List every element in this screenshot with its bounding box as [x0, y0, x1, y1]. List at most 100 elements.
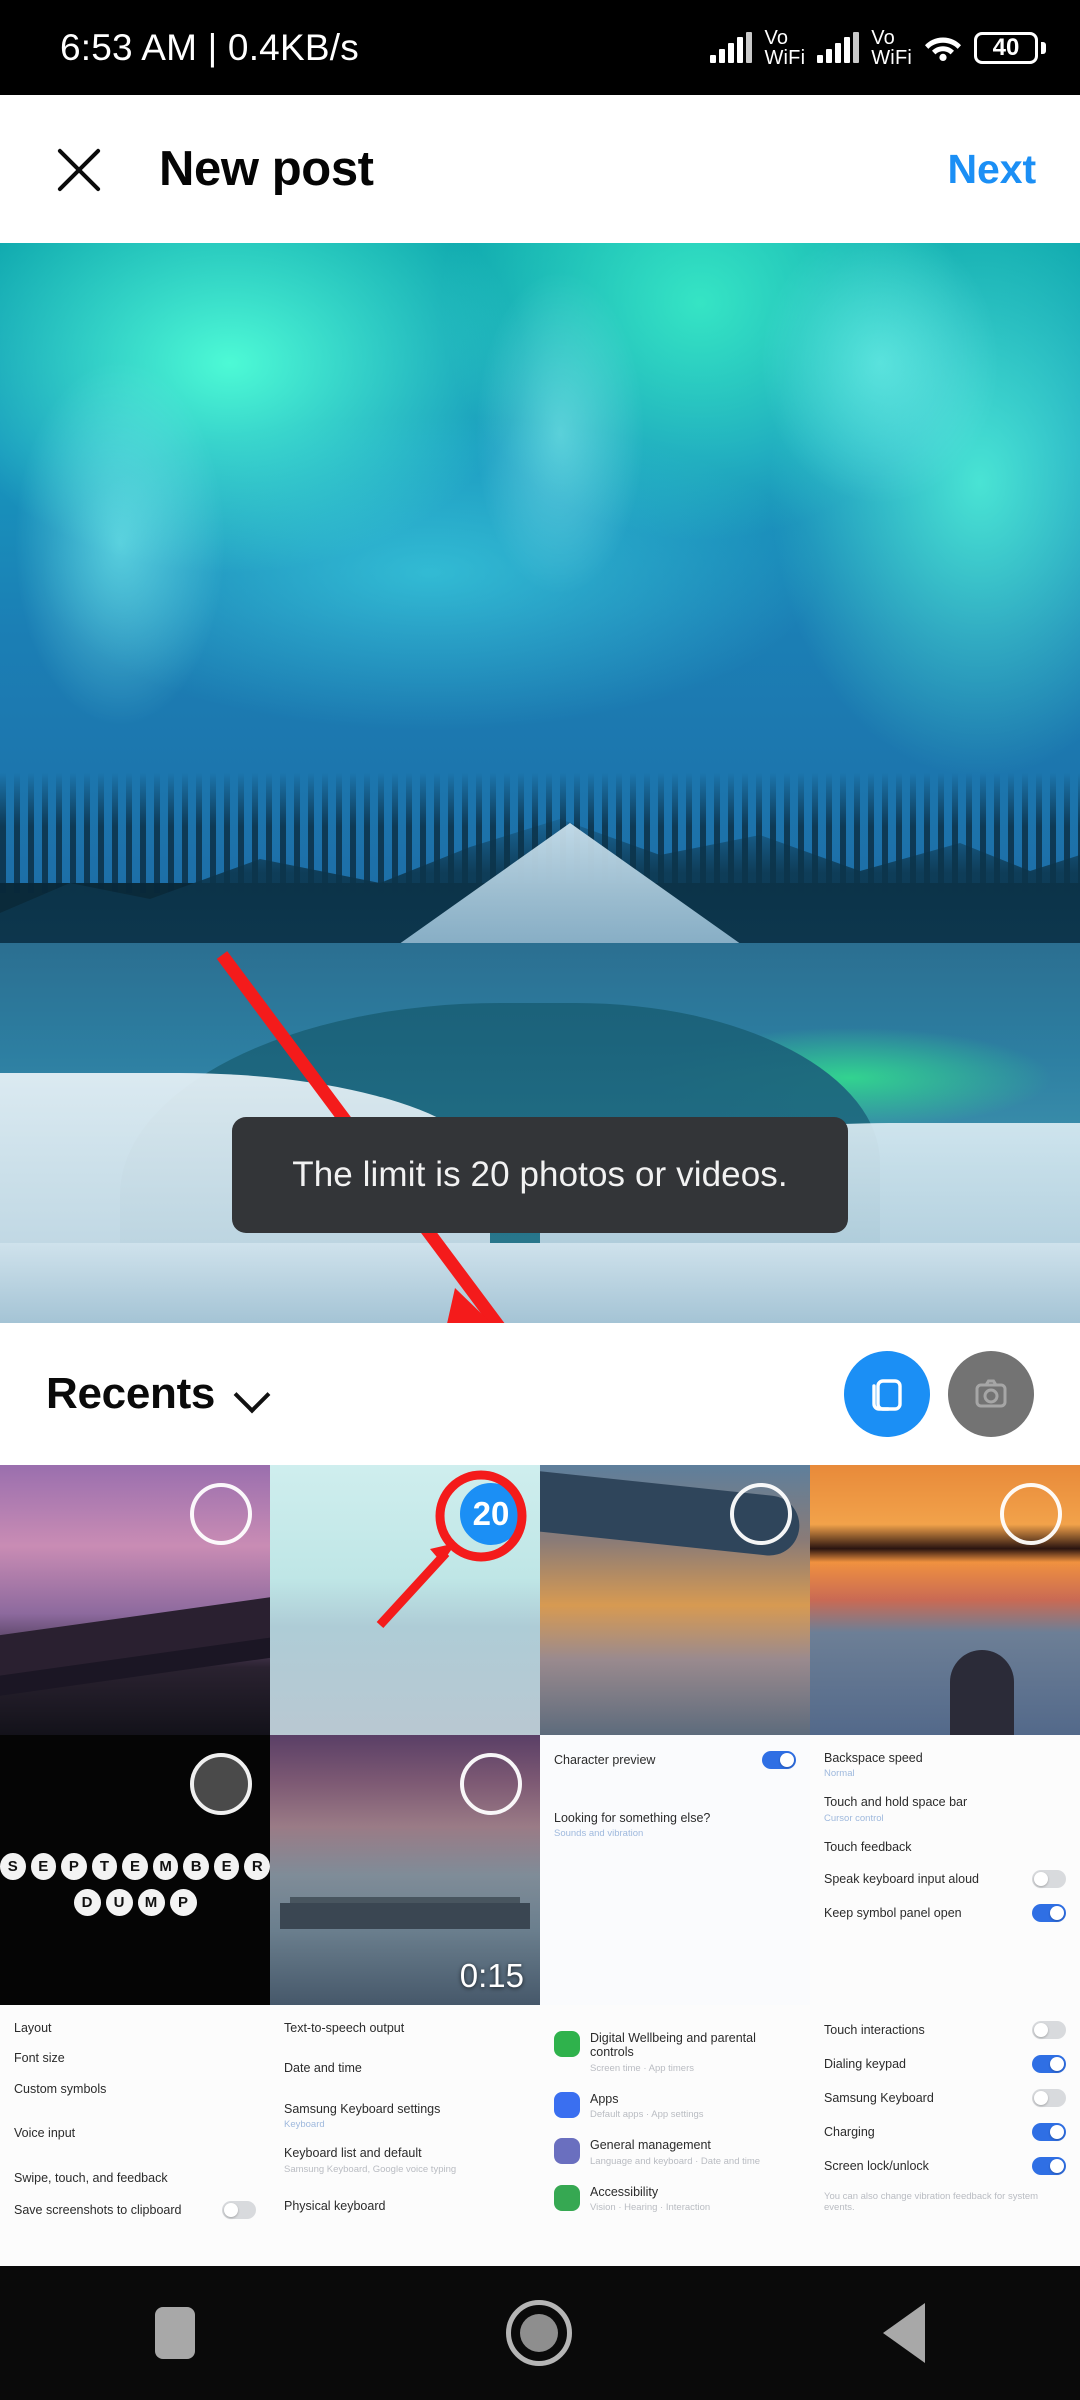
album-selector-label[interactable]: Recents	[46, 1369, 215, 1419]
media-item[interactable]: SEPT EMBER DUMP	[0, 1735, 270, 2005]
thumb-text: Text-to-speech output	[284, 2021, 405, 2035]
volte-label-top: Vo	[764, 26, 789, 49]
red-annotation-circle-and-arrow	[376, 1470, 527, 1629]
thumb-subtext: Language and keyboard · Date and time	[590, 2155, 761, 2167]
status-time-and-speed: 6:53 AM | 0.4KB/s	[60, 26, 359, 68]
media-item[interactable]	[810, 1465, 1080, 1735]
volte-wifi-icon: Vo WiFi	[871, 28, 912, 68]
thumb-text: Font size	[14, 2051, 65, 2066]
overlay-line-1: SEPT EMBER	[0, 1853, 270, 1880]
selection-circle[interactable]	[460, 1753, 522, 1815]
thumb-text: Voice input	[14, 2126, 76, 2141]
thumb-subtext: Keyboard	[284, 2119, 325, 2131]
thumb-text: General management	[590, 2138, 711, 2153]
toast-message: The limit is 20 photos or videos.	[232, 1117, 848, 1233]
battery-icon: 40	[974, 31, 1046, 64]
volte-label-top: Vo	[871, 26, 895, 49]
multi-select-button[interactable]	[844, 1351, 930, 1437]
september-dump-overlay: SEPT EMBER DUMP	[0, 1853, 270, 1925]
general-management-icon	[554, 2138, 580, 2165]
accessibility-icon	[554, 2184, 580, 2211]
thumb-text: Dialing keypad	[824, 2056, 906, 2071]
media-item[interactable]: Text-to-speech output Date and time Sams…	[270, 2005, 540, 2275]
thumb-text: Keyboard list and default	[284, 2146, 422, 2161]
battery-percent: 40	[992, 33, 1020, 61]
gallery-header: Recents	[0, 1323, 1080, 1465]
thumb-text: Digital Wellbeing and parental controls	[590, 2031, 756, 2060]
media-item[interactable]: Touch interactions Dialing keypad Samsun…	[810, 2005, 1080, 2275]
thumb-text: Samsung Keyboard	[824, 2090, 934, 2105]
thumb-text: Physical keyboard	[284, 2198, 386, 2213]
toggle-switch	[1032, 1870, 1066, 1889]
thumb-text: Accessibility	[590, 2184, 659, 2199]
wifi-icon	[924, 33, 962, 62]
thumb-text: Samsung Keyboard settings	[284, 2101, 441, 2116]
gallery-panel: Recents 20 S E P T E M B E R D U M P 0:1…	[0, 1323, 1080, 2275]
thumb-text: Backspace speed	[824, 1751, 923, 1765]
toggle-switch	[1032, 1904, 1066, 1923]
wellbeing-icon	[554, 2031, 580, 2057]
thumb-subtext: Vision · Hearing · Interaction	[590, 2201, 711, 2213]
media-item[interactable]: 0:15	[270, 1735, 540, 2005]
thumb-subtext: Default apps · App settings	[590, 2109, 704, 2121]
camera-button[interactable]	[948, 1351, 1034, 1437]
back-triangle-icon[interactable]	[882, 2303, 925, 2363]
close-icon[interactable]	[44, 134, 114, 204]
thumb-text: Looking for something else?	[554, 1811, 711, 1825]
thumb-subtext: Samsung Keyboard, Google voice typing	[284, 2163, 457, 2175]
toggle-switch	[1032, 2157, 1066, 2175]
selection-circle[interactable]	[190, 1753, 252, 1815]
thumb-text: Charging	[824, 2124, 875, 2139]
media-item[interactable]: Digital Wellbeing and parental controls …	[540, 2005, 810, 2275]
gallery-actions	[844, 1351, 1034, 1437]
selection-circle[interactable]	[190, 1483, 252, 1545]
toggle-switch	[762, 1751, 796, 1769]
thumb-text: Character preview	[554, 1752, 656, 1767]
thumb-text: Touch feedback	[824, 1839, 912, 1854]
toggle-switch	[222, 2200, 256, 2219]
status-bar: 6:53 AM | 0.4KB/s Vo WiFi Vo WiFi 40	[0, 0, 1080, 95]
phone-screen: 6:53 AM | 0.4KB/s Vo WiFi Vo WiFi 40 New…	[0, 0, 1080, 2400]
overlay-line-2: DUMP	[0, 1889, 270, 1916]
thumb-subtext: Screen time · App timers	[590, 2062, 695, 2074]
thumb-text: Date and time	[284, 2061, 362, 2076]
thumb-text: Custom symbols	[14, 2081, 107, 2096]
media-item[interactable]: 20	[270, 1465, 540, 1735]
signal-bars-icon	[710, 31, 753, 63]
video-duration: 0:15	[459, 1957, 524, 1994]
status-icons: Vo WiFi Vo WiFi 40	[710, 28, 1046, 68]
media-item[interactable]: Layout Font size Custom symbols Voice in…	[0, 2005, 270, 2275]
thumb-text: Keep symbol panel open	[824, 1905, 962, 1920]
apps-icon	[554, 2091, 580, 2118]
page-title: New post	[159, 142, 374, 196]
toggle-switch	[1032, 2123, 1066, 2141]
thumb-footer: You can also change vibration feedback f…	[824, 2191, 1039, 2213]
media-item[interactable]: Character preview Looking for something …	[540, 1735, 810, 2005]
recents-square-icon[interactable]	[155, 2307, 196, 2359]
thumb-text: Save screenshots to clipboard	[14, 2202, 182, 2217]
media-item[interactable]	[540, 1465, 810, 1735]
thumb-subtext: Normal	[824, 1768, 855, 1780]
toggle-switch	[1032, 2089, 1066, 2107]
next-button[interactable]: Next	[948, 146, 1037, 193]
signal-bars-icon	[817, 31, 860, 63]
media-item[interactable]: Backspace speed Normal Touch and hold sp…	[810, 1735, 1080, 2005]
volte-label-bottom: WiFi	[764, 46, 806, 69]
thumb-text: Touch interactions	[824, 2022, 925, 2037]
chevron-down-icon[interactable]	[237, 1380, 265, 1408]
thumb-subtext: Cursor control	[824, 1812, 884, 1824]
thumb-subtext: Sounds and vibration	[554, 1828, 644, 1840]
thumb-text: Layout	[14, 2021, 52, 2035]
toggle-switch	[1032, 2021, 1066, 2039]
thumb-text: Apps	[590, 2091, 619, 2106]
selection-circle[interactable]	[1000, 1483, 1062, 1545]
toggle-switch	[1032, 2055, 1066, 2073]
home-circle-icon[interactable]	[505, 2300, 572, 2366]
media-item[interactable]	[0, 1465, 270, 1735]
thumb-text: Speak keyboard input aloud	[824, 1871, 979, 1886]
volte-wifi-icon: Vo WiFi	[764, 28, 805, 68]
android-nav-bar	[0, 2266, 1080, 2400]
selection-circle[interactable]	[730, 1483, 792, 1545]
app-header: New post Next	[0, 95, 1080, 243]
volte-label-bottom: WiFi	[871, 46, 912, 69]
